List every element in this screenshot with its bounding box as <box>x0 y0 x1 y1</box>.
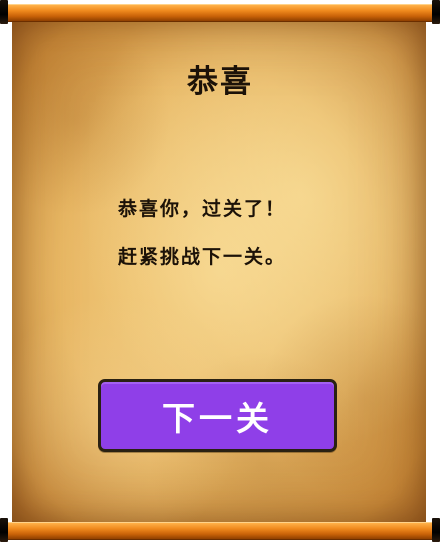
scroll-top-right-cap <box>432 0 440 24</box>
dialog-title: 恭喜 <box>187 64 253 100</box>
scroll-top-left-cap <box>0 0 8 24</box>
message-line-2: 赶紧挑战下一关。 <box>118 246 287 268</box>
next-level-button-label: 下一关 <box>162 398 273 438</box>
scroll-bottom-rod <box>0 518 440 542</box>
scroll-bottom-left-cap <box>0 518 8 542</box>
scroll-bottom-bar <box>8 522 432 540</box>
scroll-bottom-right-cap <box>432 518 440 542</box>
message-line-1: 恭喜你，过关了！ <box>118 198 287 220</box>
scroll-top-rod <box>0 0 440 24</box>
next-level-button[interactable]: 下一关 <box>98 379 337 452</box>
dialog-content: 恭喜 恭喜你，过关了！ 赶紧挑战下一关。 下一关 <box>0 0 440 542</box>
level-complete-scroll: 恭喜 恭喜你，过关了！ 赶紧挑战下一关。 下一关 <box>0 0 440 542</box>
scroll-top-bar <box>8 4 432 22</box>
